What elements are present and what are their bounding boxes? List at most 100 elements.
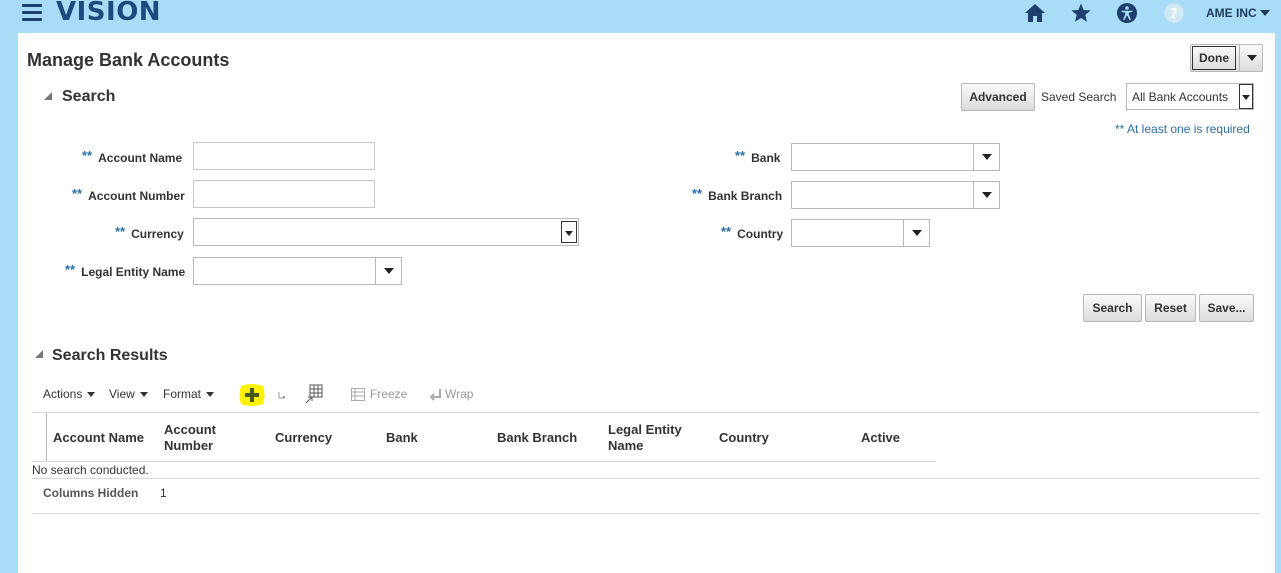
chevron-down-icon [982, 154, 992, 160]
chevron-down-icon [1242, 95, 1250, 100]
account-name-label: ** Account Name [82, 148, 182, 165]
chevron-down-icon [1247, 55, 1257, 61]
bank-label: ** Bank [735, 148, 780, 165]
saved-search-select[interactable]: All Bank Accounts [1126, 83, 1254, 110]
bank-branch-label-text: Bank Branch [708, 189, 783, 203]
legal-entity-name-label-text: Legal Entity Name [81, 265, 186, 279]
top-bar: VISION ? AME INC [0, 0, 1281, 28]
app-logo[interactable]: VISION [56, 0, 161, 27]
chevron-down-icon [384, 268, 394, 274]
actions-menu[interactable]: Actions [43, 387, 96, 401]
search-button[interactable]: Search [1083, 294, 1142, 322]
chevron-down-icon [565, 231, 573, 236]
bank-branch-dropdown[interactable] [973, 182, 999, 208]
save-search-button[interactable]: Save... [1199, 294, 1254, 322]
chevron-down-icon [206, 392, 215, 397]
account-number-input[interactable] [193, 180, 375, 208]
currency-label-text: Currency [131, 227, 184, 241]
column-header-account-name[interactable]: Account Name [53, 430, 144, 446]
page-title: Manage Bank Accounts [27, 50, 230, 70]
account-number-label-text: Account Number [88, 189, 185, 203]
add-row-icon[interactable] [238, 383, 266, 407]
column-header-legal-entity-name[interactable]: Legal Entity Name [608, 422, 700, 454]
required-marker: ** [65, 262, 76, 277]
columns-hidden-value: 1 [160, 486, 167, 500]
required-marker: ** [692, 186, 703, 201]
freeze-icon [351, 388, 365, 401]
user-menu-label: AME INC [1206, 6, 1257, 20]
view-menu[interactable]: View [109, 387, 148, 401]
required-marker: ** [721, 224, 732, 239]
required-marker: ** [72, 186, 83, 201]
done-button[interactable]: Done [1192, 46, 1236, 70]
bank-branch-label: ** Bank Branch [692, 186, 782, 203]
country-select[interactable] [791, 219, 930, 247]
reset-button[interactable]: Reset [1145, 294, 1196, 322]
column-header-bank-branch[interactable]: Bank Branch [497, 430, 577, 446]
table-top-border [32, 412, 1260, 413]
home-icon[interactable] [1024, 2, 1046, 24]
freeze-button: Freeze [370, 387, 408, 401]
svg-text:?: ? [1170, 7, 1178, 22]
account-number-label: ** Account Number [72, 186, 185, 203]
user-menu[interactable]: AME INC [1206, 6, 1270, 20]
column-header-bank[interactable]: Bank [386, 430, 418, 446]
detach-table-icon[interactable] [305, 384, 323, 404]
bank-select[interactable] [791, 143, 1000, 171]
collapse-search-icon[interactable] [44, 92, 52, 100]
columns-hidden-label: Columns Hidden [43, 486, 139, 500]
account-name-input[interactable] [193, 142, 375, 170]
required-marker: ** [735, 148, 746, 163]
hamburger-menu-icon[interactable] [22, 4, 42, 22]
main-panel: Manage Bank Accounts Done Search Advance… [18, 33, 1275, 573]
currency-select[interactable] [193, 218, 579, 246]
saved-search-value: All Bank Accounts [1132, 90, 1229, 104]
chevron-down-icon [912, 230, 922, 236]
saved-search-dropdown[interactable] [1239, 84, 1253, 109]
required-marker: ** [82, 148, 93, 163]
help-icon[interactable]: ? [1163, 2, 1185, 24]
legal-entity-dropdown[interactable] [375, 258, 401, 284]
done-menu-button[interactable] [1239, 45, 1263, 71]
format-menu[interactable]: Format [163, 387, 215, 401]
wrap-icon [429, 389, 441, 401]
view-menu-label: View [109, 387, 135, 401]
wrap-button: Wrap [445, 387, 474, 401]
edit-row-icon[interactable] [278, 390, 288, 400]
collapse-results-icon[interactable] [35, 350, 43, 358]
chevron-down-icon [982, 192, 992, 198]
currency-dropdown[interactable] [561, 221, 577, 243]
actions-menu-label: Actions [43, 387, 83, 401]
chevron-down-icon [139, 392, 148, 397]
column-header-account-number[interactable]: Account Number [164, 422, 234, 454]
required-marker: ** [115, 224, 126, 239]
table-row-header-divider [46, 413, 47, 461]
legal-entity-name-select[interactable] [193, 257, 402, 285]
search-section-title[interactable]: Search [62, 88, 115, 106]
bank-label-text: Bank [751, 151, 781, 165]
required-note: ** At least one is required [1115, 122, 1250, 136]
saved-search-label: Saved Search [1041, 90, 1117, 104]
chevron-down-icon [1259, 10, 1270, 16]
account-name-label-text: Account Name [98, 151, 183, 165]
column-header-country[interactable]: Country [719, 430, 769, 446]
accessibility-icon[interactable] [1116, 2, 1138, 24]
table-footer-border [32, 478, 1260, 479]
country-dropdown[interactable] [903, 220, 929, 246]
search-results-title[interactable]: Search Results [52, 347, 168, 365]
advanced-button[interactable]: Advanced [961, 83, 1035, 111]
country-label: ** Country [721, 224, 783, 241]
done-button-group: Done [1190, 44, 1263, 72]
country-label-text: Country [737, 227, 784, 241]
column-header-currency[interactable]: Currency [275, 430, 332, 446]
format-menu-label: Format [163, 387, 202, 401]
chevron-down-icon [87, 392, 96, 397]
currency-label: ** Currency [115, 224, 184, 241]
column-header-active[interactable]: Active [861, 430, 900, 446]
bank-branch-select[interactable] [791, 181, 1000, 209]
favorites-star-icon[interactable] [1070, 2, 1092, 24]
empty-results-message: No search conducted. [32, 463, 149, 477]
status-bar-bottom-border [32, 513, 1260, 514]
bank-dropdown[interactable] [973, 144, 999, 170]
legal-entity-name-label: ** Legal Entity Name [65, 262, 185, 279]
